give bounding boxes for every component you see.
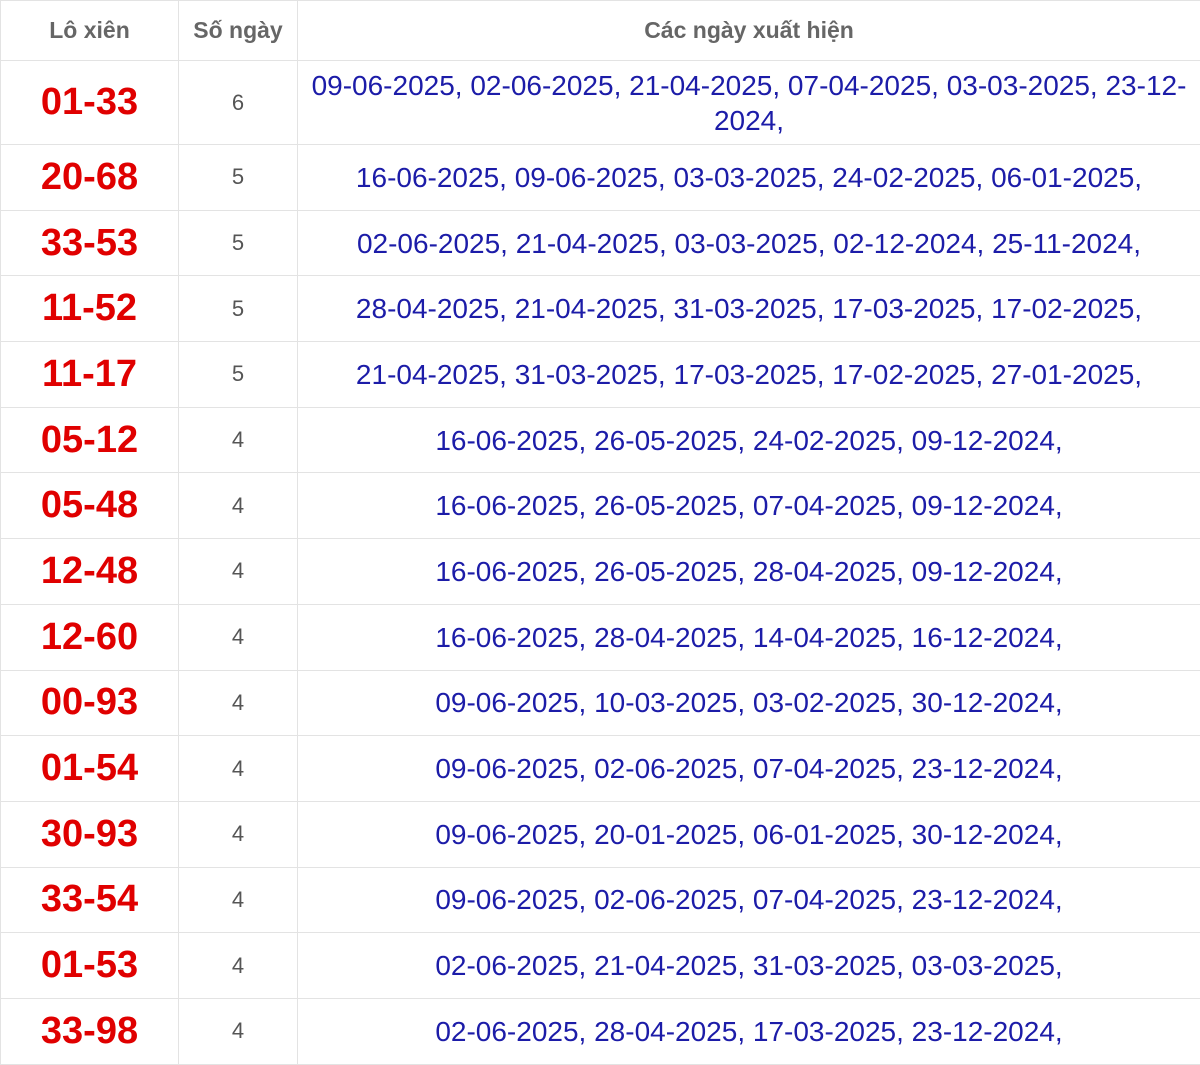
count-cell: 4: [179, 670, 298, 736]
pair-cell: 33-53: [1, 210, 179, 276]
count-cell: 5: [179, 145, 298, 211]
table-row: 05-48 4 16-06-2025, 26-05-2025, 07-04-20…: [1, 473, 1200, 539]
dates-cell: 02-06-2025, 28-04-2025, 17-03-2025, 23-1…: [298, 998, 1200, 1064]
dates-cell: 28-04-2025, 21-04-2025, 31-03-2025, 17-0…: [298, 276, 1200, 342]
dates-cell: 09-06-2025, 10-03-2025, 03-02-2025, 30-1…: [298, 670, 1200, 736]
count-cell: 4: [179, 801, 298, 867]
dates-cell: 02-06-2025, 21-04-2025, 03-03-2025, 02-1…: [298, 210, 1200, 276]
count-cell: 5: [179, 210, 298, 276]
dates-cell: 16-06-2025, 26-05-2025, 07-04-2025, 09-1…: [298, 473, 1200, 539]
header-row: Lô xiên Số ngày Các ngày xuất hiện: [1, 1, 1200, 61]
table-row: 30-93 4 09-06-2025, 20-01-2025, 06-01-20…: [1, 801, 1200, 867]
pair-cell: 20-68: [1, 145, 179, 211]
table-row: 20-68 5 16-06-2025, 09-06-2025, 03-03-20…: [1, 145, 1200, 211]
table-row: 01-53 4 02-06-2025, 21-04-2025, 31-03-20…: [1, 933, 1200, 999]
pair-cell: 05-48: [1, 473, 179, 539]
dates-cell: 16-06-2025, 26-05-2025, 24-02-2025, 09-1…: [298, 407, 1200, 473]
table-row: 33-54 4 09-06-2025, 02-06-2025, 07-04-20…: [1, 867, 1200, 933]
table-row: 12-48 4 16-06-2025, 26-05-2025, 28-04-20…: [1, 539, 1200, 605]
table-row: 33-53 5 02-06-2025, 21-04-2025, 03-03-20…: [1, 210, 1200, 276]
table-row: 05-12 4 16-06-2025, 26-05-2025, 24-02-20…: [1, 407, 1200, 473]
table-row: 12-60 4 16-06-2025, 28-04-2025, 14-04-20…: [1, 604, 1200, 670]
lo-xien-table: Lô xiên Số ngày Các ngày xuất hiện 01-33…: [0, 0, 1200, 1065]
pair-cell: 05-12: [1, 407, 179, 473]
dates-cell: 09-06-2025, 02-06-2025, 21-04-2025, 07-0…: [298, 61, 1200, 145]
pair-cell: 12-48: [1, 539, 179, 605]
header-lo-xien: Lô xiên: [1, 1, 179, 61]
pair-cell: 33-54: [1, 867, 179, 933]
pair-cell: 11-17: [1, 342, 179, 408]
count-cell: 4: [179, 604, 298, 670]
count-cell: 4: [179, 867, 298, 933]
dates-cell: 09-06-2025, 20-01-2025, 06-01-2025, 30-1…: [298, 801, 1200, 867]
table-row: 11-52 5 28-04-2025, 21-04-2025, 31-03-20…: [1, 276, 1200, 342]
count-cell: 4: [179, 407, 298, 473]
table-row: 01-33 6 09-06-2025, 02-06-2025, 21-04-20…: [1, 61, 1200, 145]
count-cell: 4: [179, 473, 298, 539]
header-cac-ngay-xuat-hien: Các ngày xuất hiện: [298, 1, 1200, 61]
count-cell: 4: [179, 736, 298, 802]
dates-cell: 02-06-2025, 21-04-2025, 31-03-2025, 03-0…: [298, 933, 1200, 999]
table-row: 11-17 5 21-04-2025, 31-03-2025, 17-03-20…: [1, 342, 1200, 408]
dates-cell: 16-06-2025, 09-06-2025, 03-03-2025, 24-0…: [298, 145, 1200, 211]
pair-cell: 01-54: [1, 736, 179, 802]
count-cell: 4: [179, 539, 298, 605]
count-cell: 4: [179, 998, 298, 1064]
header-so-ngay: Số ngày: [179, 1, 298, 61]
table-header: Lô xiên Số ngày Các ngày xuất hiện: [1, 1, 1200, 61]
count-cell: 5: [179, 342, 298, 408]
pair-cell: 01-33: [1, 61, 179, 145]
table-row: 00-93 4 09-06-2025, 10-03-2025, 03-02-20…: [1, 670, 1200, 736]
pair-cell: 30-93: [1, 801, 179, 867]
dates-cell: 09-06-2025, 02-06-2025, 07-04-2025, 23-1…: [298, 736, 1200, 802]
table-row: 01-54 4 09-06-2025, 02-06-2025, 07-04-20…: [1, 736, 1200, 802]
dates-cell: 16-06-2025, 28-04-2025, 14-04-2025, 16-1…: [298, 604, 1200, 670]
pair-cell: 12-60: [1, 604, 179, 670]
count-cell: 6: [179, 61, 298, 145]
dates-cell: 09-06-2025, 02-06-2025, 07-04-2025, 23-1…: [298, 867, 1200, 933]
count-cell: 5: [179, 276, 298, 342]
pair-cell: 11-52: [1, 276, 179, 342]
dates-cell: 21-04-2025, 31-03-2025, 17-03-2025, 17-0…: [298, 342, 1200, 408]
table-row: 33-98 4 02-06-2025, 28-04-2025, 17-03-20…: [1, 998, 1200, 1064]
count-cell: 4: [179, 933, 298, 999]
pair-cell: 00-93: [1, 670, 179, 736]
dates-cell: 16-06-2025, 26-05-2025, 28-04-2025, 09-1…: [298, 539, 1200, 605]
table-body: 01-33 6 09-06-2025, 02-06-2025, 21-04-20…: [1, 61, 1200, 1065]
pair-cell: 33-98: [1, 998, 179, 1064]
pair-cell: 01-53: [1, 933, 179, 999]
